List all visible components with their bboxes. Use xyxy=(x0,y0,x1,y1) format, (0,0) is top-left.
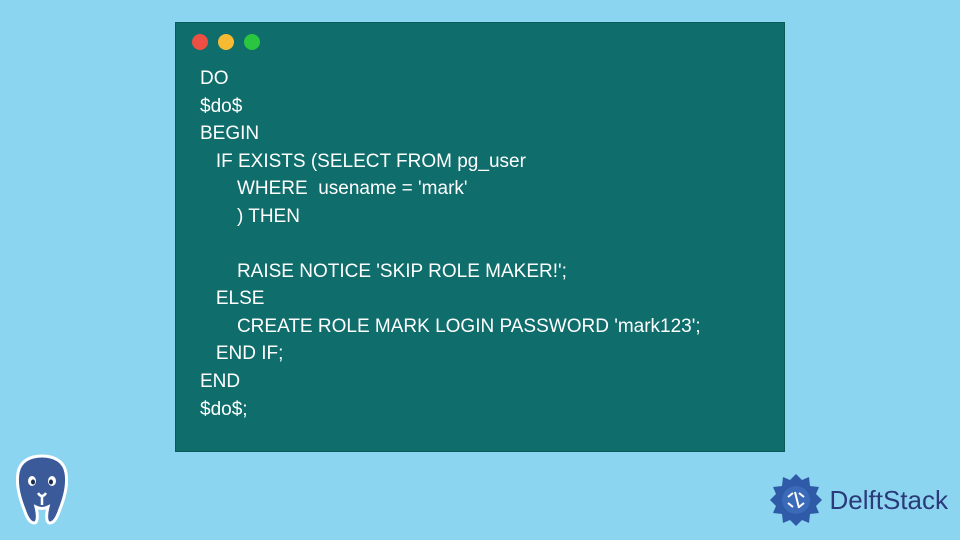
code-line: END IF; xyxy=(200,343,283,364)
code-line: DO xyxy=(200,68,229,89)
terminal-window: DO $do$ BEGIN IF EXISTS (SELECT FROM pg_… xyxy=(175,22,785,452)
delftstack-logo: DelftStack xyxy=(768,472,949,528)
code-line: ELSE xyxy=(200,288,264,309)
code-line: CREATE ROLE MARK LOGIN PASSWORD 'mark123… xyxy=(200,316,701,337)
close-icon xyxy=(192,34,208,50)
minimize-icon xyxy=(218,34,234,50)
code-line: $do$ xyxy=(200,96,242,117)
delftstack-badge-icon xyxy=(768,472,824,528)
code-line: IF EXISTS (SELECT FROM pg_user xyxy=(200,151,526,172)
code-line: WHERE usename = 'mark' xyxy=(200,178,468,199)
code-block: DO $do$ BEGIN IF EXISTS (SELECT FROM pg_… xyxy=(176,61,784,423)
code-line: END xyxy=(200,371,240,392)
brand-name: DelftStack xyxy=(830,485,949,516)
postgresql-logo-icon xyxy=(6,451,78,534)
code-line: BEGIN xyxy=(200,123,259,144)
code-line: $do$; xyxy=(200,399,248,420)
code-line: ) THEN xyxy=(200,206,300,227)
code-line: RAISE NOTICE 'SKIP ROLE MAKER!'; xyxy=(200,261,567,282)
window-titlebar xyxy=(176,23,784,61)
maximize-icon xyxy=(244,34,260,50)
